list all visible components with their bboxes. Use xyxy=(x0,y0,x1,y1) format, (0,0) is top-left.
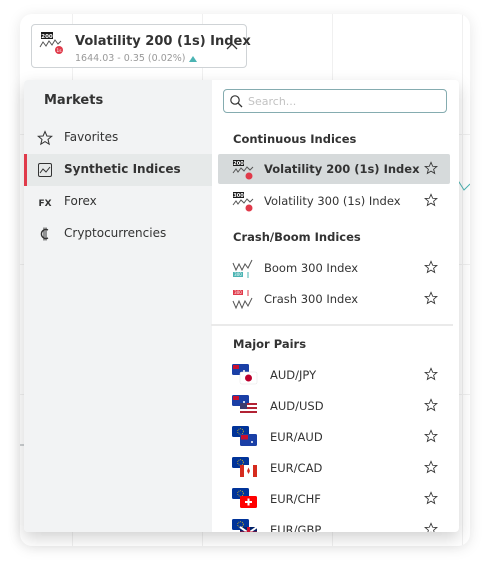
section-title-continuous-indices: Continuous Indices xyxy=(233,132,357,146)
market-row-label: EUR/AUD xyxy=(270,430,323,444)
search-input[interactable]: Search... xyxy=(223,89,447,113)
market-row-aud-jpy[interactable]: AUD/JPY xyxy=(218,360,450,390)
eur-cad-flag-icon xyxy=(232,457,257,477)
row-badge: 300 xyxy=(234,272,242,277)
market-row-label: AUD/JPY xyxy=(270,368,317,382)
price-change: 1644.03 - 0.35 (0.02%) xyxy=(75,53,197,64)
market-row-label: Boom 300 Index xyxy=(264,261,359,275)
boom-index-icon: 300 xyxy=(232,259,253,278)
favorite-star-icon[interactable] xyxy=(424,291,438,305)
search-placeholder: Search... xyxy=(248,95,297,108)
search-icon xyxy=(230,95,243,108)
favorite-star-icon[interactable] xyxy=(424,398,438,412)
svg-text:1s: 1s xyxy=(56,48,62,54)
market-row-label: EUR/CAD xyxy=(270,461,323,475)
market-row-aud-usd[interactable]: AUD/USD xyxy=(218,391,450,421)
section-title-crash-boom: Crash/Boom Indices xyxy=(233,230,361,244)
market-row-label: EUR/CHF xyxy=(270,492,321,506)
crash-index-icon: 300 xyxy=(232,290,253,310)
volatility-index-icon: 200 1s xyxy=(39,32,63,54)
synthetic-chart-icon xyxy=(38,163,52,177)
category-favorites[interactable]: Favorites xyxy=(24,122,212,154)
favorite-star-icon[interactable] xyxy=(424,522,438,532)
favorite-star-icon[interactable] xyxy=(424,193,438,207)
market-row-eur-aud[interactable]: EUR/AUD xyxy=(218,422,450,452)
chart-gridline xyxy=(462,14,463,546)
category-label: Favorites xyxy=(64,130,119,144)
market-row-label: Volatility 300 (1s) Index xyxy=(264,194,401,208)
aud-jpy-flag-icon xyxy=(232,364,258,385)
market-row-volatility-300[interactable]: 300 Volatility 300 (1s) Index xyxy=(218,186,450,216)
eur-chf-flag-icon xyxy=(232,488,257,508)
category-forex[interactable]: FX Forex xyxy=(24,186,212,218)
selected-symbol-name: Volatility 200 (1s) Index xyxy=(75,34,251,49)
volatility-index-icon: 200 xyxy=(232,160,254,180)
favorite-star-icon[interactable] xyxy=(424,367,438,381)
fx-icon: FX xyxy=(38,199,51,209)
market-row-label: Volatility 200 (1s) Index xyxy=(264,162,420,176)
category-cryptocurrencies[interactable]: Cryptocurrencies xyxy=(24,218,212,250)
market-row-eur-cad[interactable]: EUR/CAD xyxy=(218,453,450,483)
markets-title: Markets xyxy=(44,93,104,108)
section-title-major-pairs: Major Pairs xyxy=(233,337,307,351)
category-label: Forex xyxy=(64,194,97,208)
symbol-badge: 200 xyxy=(41,34,53,40)
category-synthetic-indices[interactable]: Synthetic Indices xyxy=(24,154,212,186)
aud-usd-flag-icon xyxy=(232,395,257,415)
markets-sidebar: Markets Favorites Synthetic Indices FX F… xyxy=(24,80,212,532)
svg-text:FX: FX xyxy=(38,199,51,209)
market-row-label: EUR/GBP xyxy=(270,523,322,532)
market-row-eur-chf[interactable]: EUR/CHF xyxy=(218,484,450,514)
crypto-icon xyxy=(40,227,49,241)
market-row-volatility-200[interactable]: 200 Volatility 200 (1s) Index xyxy=(218,154,450,184)
category-label: Synthetic Indices xyxy=(64,162,181,176)
market-row-boom-300[interactable]: 300 Boom 300 Index xyxy=(218,253,450,283)
star-icon xyxy=(37,130,53,146)
eur-aud-flag-icon xyxy=(232,426,257,446)
row-badge: 300 xyxy=(234,290,242,295)
chevron-up-icon[interactable] xyxy=(226,41,238,51)
section-divider xyxy=(211,324,453,326)
market-row-label: AUD/USD xyxy=(270,399,324,413)
volatility-index-icon: 300 xyxy=(232,192,254,212)
favorite-star-icon[interactable] xyxy=(424,429,438,443)
category-label: Cryptocurrencies xyxy=(64,226,167,240)
market-row-eur-gbp[interactable]: EUR/GBP xyxy=(218,515,450,532)
row-badge: 300 xyxy=(233,193,244,199)
market-selector[interactable]: 200 1s Volatility 200 (1s) Index 1644.03… xyxy=(31,24,251,68)
price-up-icon xyxy=(188,55,197,62)
favorite-star-icon[interactable] xyxy=(424,491,438,505)
market-row-label: Crash 300 Index xyxy=(264,292,359,306)
markets-dropdown: Markets Favorites Synthetic Indices FX F… xyxy=(24,80,459,532)
favorite-star-icon[interactable] xyxy=(424,161,438,175)
eur-gbp-flag-icon xyxy=(232,519,258,532)
favorite-star-icon[interactable] xyxy=(424,460,438,474)
price-change-text: 1644.03 - 0.35 (0.02%) xyxy=(75,53,186,64)
market-row-crash-300[interactable]: 300 Crash 300 Index xyxy=(218,284,450,314)
favorite-star-icon[interactable] xyxy=(424,260,438,274)
row-badge: 200 xyxy=(233,161,244,167)
